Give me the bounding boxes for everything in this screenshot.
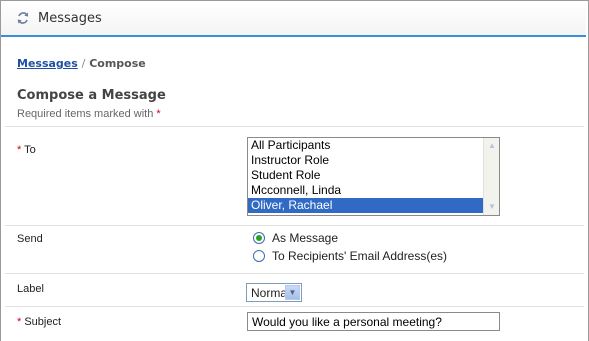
divider <box>5 225 584 226</box>
subject-field-label: * Subject <box>17 316 61 328</box>
scroll-down-icon[interactable]: ▼ <box>485 200 499 214</box>
recipient-option-instructor-role[interactable]: Instructor Role <box>248 153 484 168</box>
breadcrumb: Messages / Compose <box>17 57 146 70</box>
send-as-message-radio[interactable]: As Message <box>253 231 338 245</box>
breadcrumb-current: Compose <box>89 57 146 70</box>
label-select[interactable]: Normal ▼ <box>246 283 302 302</box>
recipient-option-all-participants[interactable]: All Participants <box>248 138 484 153</box>
label-select-value: Normal <box>251 286 290 300</box>
send-as-message-label: As Message <box>272 231 339 245</box>
divider <box>5 126 584 127</box>
to-label: To <box>24 144 36 156</box>
refresh-arrows-icon <box>17 12 29 24</box>
recipient-option-oliver-rachael[interactable]: Oliver, Rachael <box>248 198 484 213</box>
radio-checked-icon[interactable] <box>253 232 265 244</box>
send-to-email-radio[interactable]: To Recipients' Email Address(es) <box>253 249 447 263</box>
divider <box>5 306 584 307</box>
recipient-option-student-role[interactable]: Student Role <box>248 168 484 183</box>
subject-label: Subject <box>24 316 62 328</box>
breadcrumb-separator: / <box>81 57 86 70</box>
title-bar: Messages <box>1 1 586 37</box>
required-note: Required items marked with * <box>17 108 161 120</box>
listbox-scrollbar[interactable]: ▲ ▼ <box>483 138 499 215</box>
to-field-label: * To <box>17 144 36 156</box>
scroll-up-icon[interactable]: ▲ <box>485 139 499 153</box>
send-to-email-label: To Recipients' Email Address(es) <box>272 249 448 263</box>
required-marker: * <box>17 144 22 156</box>
required-marker: * <box>156 108 161 120</box>
subject-input[interactable] <box>247 312 500 331</box>
breadcrumb-messages-link[interactable]: Messages <box>17 57 78 70</box>
required-note-text: Required items marked with <box>17 108 154 120</box>
send-label: Send <box>17 233 43 245</box>
recipient-option-mcconnell-linda[interactable]: Mcconnell, Linda <box>248 183 484 198</box>
divider <box>5 273 584 274</box>
page-title: Compose a Message <box>17 88 166 103</box>
chevron-down-icon[interactable]: ▼ <box>285 285 300 300</box>
radio-unchecked-icon[interactable] <box>253 250 265 262</box>
label-field-label: Label <box>17 283 44 295</box>
required-marker: * <box>17 316 22 328</box>
recipients-listbox[interactable]: All Participants Instructor Role Student… <box>247 137 500 216</box>
window-title: Messages <box>38 11 102 26</box>
